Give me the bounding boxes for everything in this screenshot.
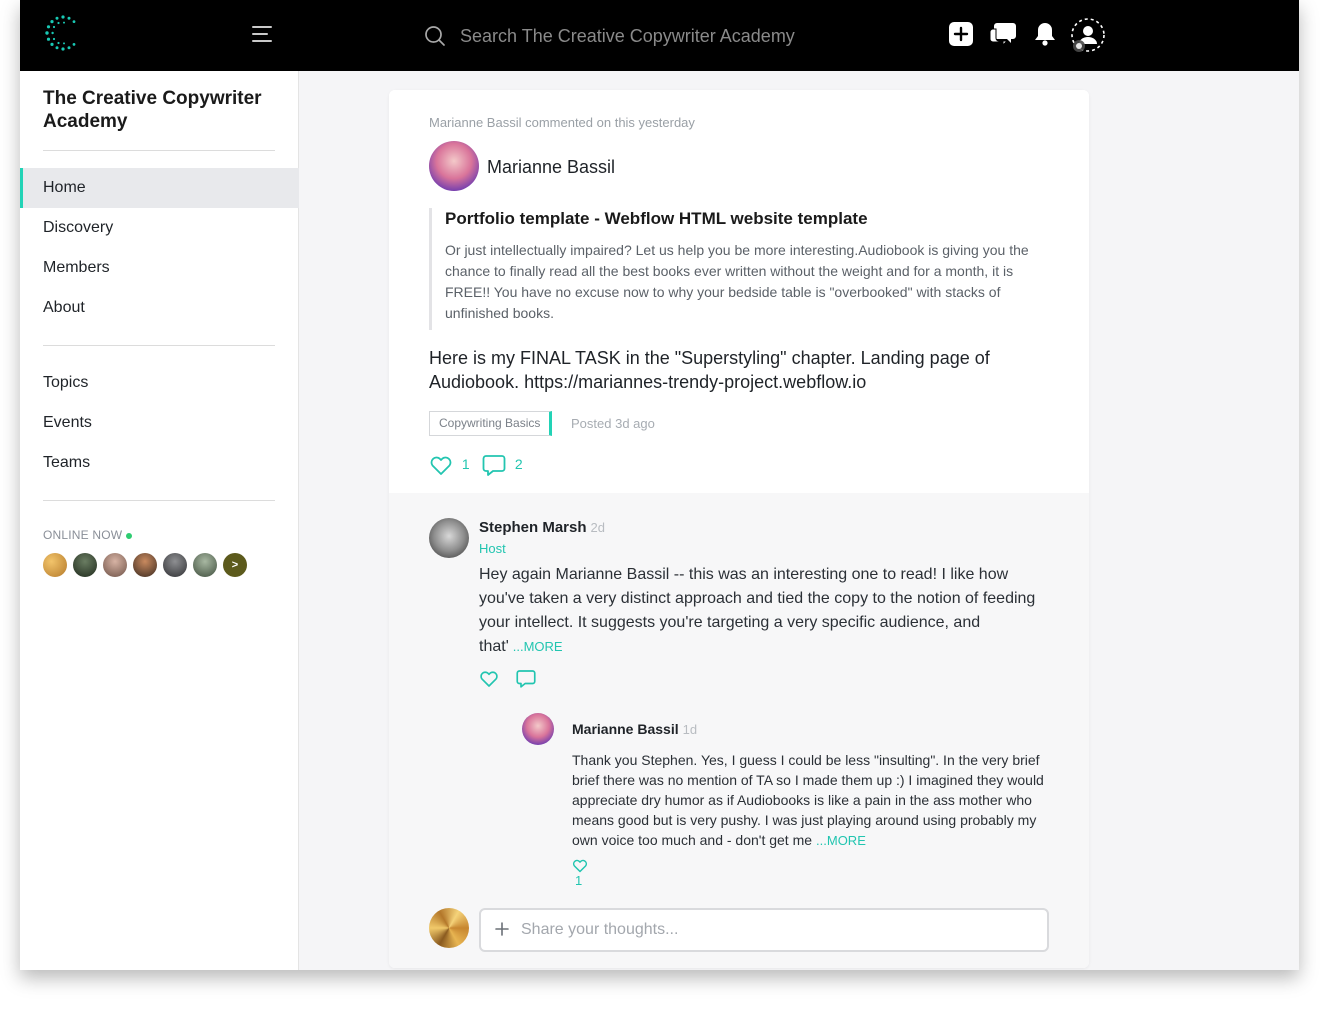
comment-count: 2 xyxy=(514,456,523,472)
sidebar-item-about[interactable]: About xyxy=(20,288,299,328)
author-name[interactable]: Marianne Bassil xyxy=(487,157,615,178)
topic-tag[interactable]: Copywriting Basics xyxy=(429,411,553,436)
activity-line: Marianne Bassil commented on this yester… xyxy=(429,115,695,130)
heart-icon xyxy=(572,859,588,873)
share-thoughts-box[interactable] xyxy=(479,908,1049,952)
reply-author-line: Marianne Bassil 1d xyxy=(572,721,697,737)
top-bar xyxy=(20,0,1299,71)
create-post-icon[interactable] xyxy=(947,20,975,48)
notifications-bell-icon[interactable] xyxy=(1031,20,1059,48)
post-body: Here is my FINAL TASK in the "Superstyli… xyxy=(429,348,990,392)
online-member-avatar[interactable] xyxy=(43,553,67,577)
online-status-dot xyxy=(126,532,133,539)
reply-time: 1d xyxy=(682,722,698,737)
share-thoughts-input[interactable] xyxy=(521,910,1041,950)
like-count: 1 xyxy=(461,456,470,472)
plus-icon[interactable] xyxy=(493,920,511,938)
heart-icon xyxy=(430,456,452,476)
more-online-button[interactable]: > xyxy=(223,553,247,577)
menu-line xyxy=(252,26,272,28)
online-member-avatar[interactable] xyxy=(193,553,217,577)
online-now-text: ONLINE NOW xyxy=(43,528,123,542)
online-member-avatar[interactable] xyxy=(103,553,127,577)
current-user-avatar[interactable] xyxy=(429,908,469,948)
post-card: Marianne Bassil commented on this yester… xyxy=(389,90,1089,968)
commenter-avatar[interactable] xyxy=(429,518,469,558)
role-badge: Host xyxy=(479,541,506,556)
comment-like-heart-icon[interactable] xyxy=(479,669,499,688)
sidebar-item-members[interactable]: Members xyxy=(20,248,299,288)
profile-menu-icon[interactable] xyxy=(1070,17,1106,53)
sidebar-item-home[interactable]: Home xyxy=(20,168,299,208)
commenter-name[interactable]: Stephen Marsh xyxy=(479,519,587,536)
quoted-post-title[interactable]: Portfolio template - Webflow HTML websit… xyxy=(445,208,1029,230)
sidebar-item-discovery[interactable]: Discovery xyxy=(20,208,299,248)
post-content: Marianne Bassil commented on this yester… xyxy=(389,90,1089,493)
comments-section: Stephen Marsh 2d Host Hey again Marianne … xyxy=(389,493,1089,968)
like-button[interactable]: 1 xyxy=(429,452,470,476)
quoted-post-text: Or just intellectually impaired? Let us … xyxy=(445,242,1029,321)
messages-icon[interactable] xyxy=(989,20,1017,48)
reply-like-button[interactable]: 1 xyxy=(572,857,588,889)
commenter-name-line: Stephen Marsh 2d xyxy=(479,519,605,536)
community-logo-icon[interactable] xyxy=(44,14,82,52)
comment-text-block: Hey again Marianne Bassil -- this was an… xyxy=(479,563,1051,659)
sidebar-item-teams[interactable]: Teams xyxy=(20,443,299,483)
read-more-link[interactable]: ...MORE xyxy=(513,639,563,654)
posted-time: Posted 3d ago xyxy=(571,416,655,431)
search-icon xyxy=(425,26,445,46)
read-more-link[interactable]: ...MORE xyxy=(816,833,866,848)
comment-reply-icon[interactable] xyxy=(516,669,536,688)
quoted-post[interactable]: Portfolio template - Webflow HTML websit… xyxy=(429,208,1029,330)
menu-toggle-button[interactable] xyxy=(252,26,274,44)
online-now-label: ONLINE NOW xyxy=(43,528,133,542)
author-avatar[interactable] xyxy=(429,141,479,191)
search-input[interactable] xyxy=(460,20,900,52)
sidebar-divider xyxy=(43,500,275,501)
community-title[interactable]: The Creative Copywriter Academy xyxy=(43,87,283,133)
online-member-avatar[interactable] xyxy=(73,553,97,577)
menu-line xyxy=(252,33,268,35)
sidebar-divider xyxy=(43,150,275,151)
sidebar-item-topics[interactable]: Topics xyxy=(20,363,299,403)
online-member-avatar[interactable] xyxy=(163,553,187,577)
comment-time: 2d xyxy=(590,520,605,535)
reply-author-avatar[interactable] xyxy=(522,713,554,745)
sidebar: The Creative Copywriter Academy Home Dis… xyxy=(20,71,299,970)
sidebar-divider xyxy=(43,345,275,346)
sidebar-item-events[interactable]: Events xyxy=(20,403,299,443)
menu-line xyxy=(252,40,272,42)
reply-author-name[interactable]: Marianne Bassil xyxy=(572,721,679,737)
reply-text: Thank you Stephen. Yes, I guess I could … xyxy=(572,752,1044,848)
search-bar xyxy=(424,20,904,52)
comment-icon xyxy=(482,455,506,477)
app-window: The Creative Copywriter Academy Home Dis… xyxy=(20,0,1299,970)
online-member-avatar[interactable] xyxy=(133,553,157,577)
reply-text-block: Thank you Stephen. Yes, I guess I could … xyxy=(572,750,1052,851)
comment-button[interactable]: 2 xyxy=(482,452,523,477)
reply-like-count: 1 xyxy=(575,873,583,889)
